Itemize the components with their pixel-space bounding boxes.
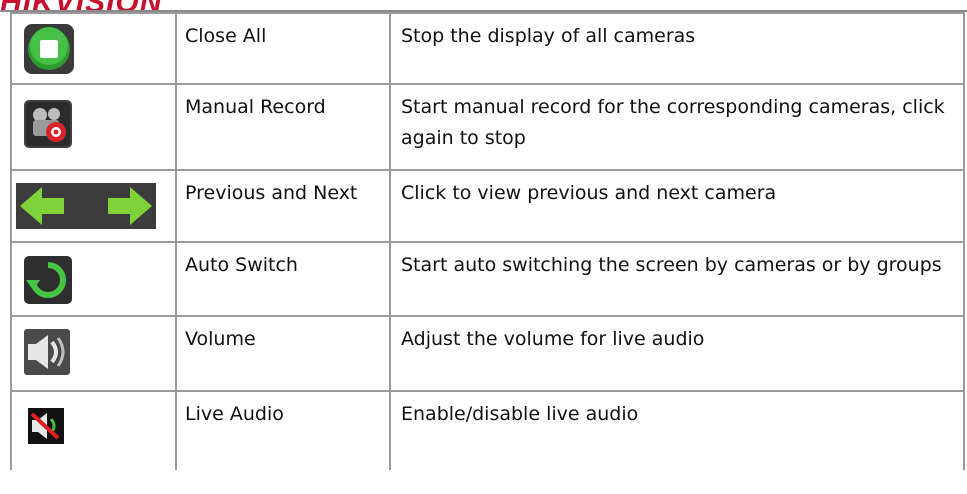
- row-name-cell: Close All: [175, 12, 391, 85]
- row-description: Enable/disable live audio: [401, 403, 639, 425]
- live-audio-mute-icon: [28, 408, 64, 444]
- row-desc-cell: Stop the display of all cameras: [389, 12, 965, 85]
- row-name-cell: Previous and Next: [175, 169, 391, 243]
- icon-cell: [10, 83, 177, 171]
- icon-cell: [10, 315, 177, 392]
- row-name-cell: Manual Record: [175, 83, 391, 171]
- icon-cell: [10, 169, 177, 243]
- row-description: Stop the display of all cameras: [401, 25, 696, 47]
- row-name: Volume: [185, 328, 256, 350]
- table-row: Volume Adjust the volume for live audio: [10, 315, 965, 392]
- row-name-cell: Auto Switch: [175, 241, 391, 317]
- table-row: Previous and Next Click to view previous…: [10, 169, 965, 243]
- row-desc-cell: Click to view previous and next camera: [389, 169, 965, 243]
- manual-record-icon: [24, 100, 72, 148]
- row-desc-cell: Enable/disable live audio: [389, 390, 965, 470]
- stop-icon: [24, 24, 74, 74]
- previous-next-arrows-icon: [16, 183, 156, 229]
- row-name: Manual Record: [185, 96, 326, 118]
- row-desc-cell: Start manual record for the correspondin…: [389, 83, 965, 171]
- table-row: Manual Record Start manual record for th…: [10, 83, 965, 171]
- row-name: Previous and Next: [185, 182, 358, 204]
- row-description: Click to view previous and next camera: [401, 182, 777, 204]
- table-row: Auto Switch Start auto switching the scr…: [10, 241, 965, 317]
- row-name: Close All: [185, 25, 267, 47]
- table-row: Close All Stop the display of all camera…: [10, 12, 965, 85]
- auto-switch-icon: [24, 256, 72, 304]
- row-name-cell: Volume: [175, 315, 391, 392]
- row-description: Adjust the volume for live audio: [401, 328, 705, 350]
- row-name: Auto Switch: [185, 254, 298, 276]
- icon-cell: [10, 12, 177, 85]
- icon-cell: [10, 390, 177, 470]
- icon-cell: [10, 241, 177, 317]
- button-description-table: Close All Stop the display of all camera…: [10, 12, 965, 470]
- row-description: Start manual record for the correspondin…: [401, 96, 945, 149]
- volume-icon: [24, 329, 70, 375]
- table-row: Live Audio Enable/disable live audio: [10, 390, 965, 470]
- row-desc-cell: Adjust the volume for live audio: [389, 315, 965, 392]
- row-name-cell: Live Audio: [175, 390, 391, 470]
- row-description: Start auto switching the screen by camer…: [401, 254, 942, 276]
- row-desc-cell: Start auto switching the screen by camer…: [389, 241, 965, 317]
- row-name: Live Audio: [185, 403, 284, 425]
